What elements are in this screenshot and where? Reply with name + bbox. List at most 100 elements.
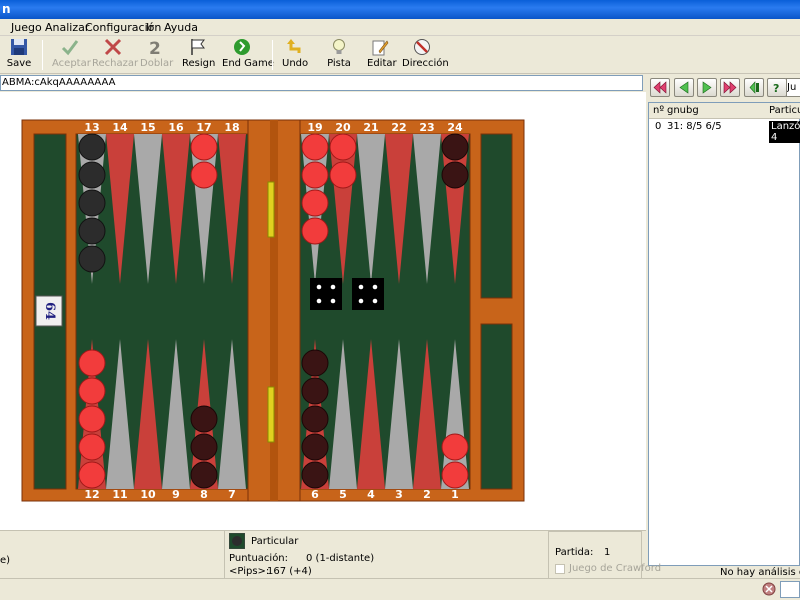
- checker[interactable]: [301, 133, 329, 161]
- cube-value: 64: [42, 302, 57, 320]
- backgammon-board[interactable]: 131214111510169178187196205214223232241 …: [0, 92, 646, 530]
- toolbar-separator: [42, 40, 43, 70]
- move-text[interactable]: 31: 8/5 6/5: [667, 121, 722, 132]
- game-select[interactable]: Ju: [786, 78, 800, 97]
- run-icon: [234, 39, 250, 55]
- checker[interactable]: [78, 189, 106, 217]
- status-bar: [0, 578, 800, 600]
- pips-label: <Pips>:: [229, 566, 270, 577]
- point-number-top: 18: [224, 121, 239, 134]
- next-marked-button[interactable]: ?: [767, 78, 787, 97]
- status-left-text: e): [0, 555, 11, 566]
- position-id-field[interactable]: ABMA:cAkqAAAAAAAA: [0, 75, 643, 91]
- die-1[interactable]: [310, 278, 342, 310]
- edit-button[interactable]: Editar: [367, 38, 397, 72]
- match-label: Partida:: [555, 547, 594, 558]
- point-number-bottom: 6: [311, 488, 319, 501]
- menu-ir[interactable]: Ir: [146, 21, 154, 34]
- player-name: Particular: [251, 536, 299, 547]
- last-move-button[interactable]: [720, 78, 740, 97]
- save-button[interactable]: Save: [6, 38, 32, 72]
- header-gnubg: gnubg: [667, 105, 699, 116]
- checker[interactable]: [441, 133, 469, 161]
- check-icon: [61, 40, 79, 56]
- forward-icon: [702, 81, 712, 94]
- checker[interactable]: [301, 405, 329, 433]
- checker[interactable]: [78, 133, 106, 161]
- point-number-top: 16: [168, 121, 184, 134]
- checker[interactable]: [78, 349, 106, 377]
- checker[interactable]: [441, 461, 469, 489]
- svg-text:?: ?: [773, 82, 779, 94]
- point-number-bottom: 1: [451, 488, 459, 501]
- point-number-bottom: 7: [228, 488, 236, 501]
- double-button[interactable]: 2 Doblar: [140, 38, 174, 72]
- rewind-icon: [653, 81, 667, 94]
- resign-button[interactable]: Resign: [182, 38, 216, 72]
- resign-label: Resign: [182, 58, 216, 69]
- point-number-top: 17: [196, 121, 211, 134]
- score-label: Puntuación:: [229, 553, 289, 564]
- end-game-label: End Game: [222, 58, 274, 69]
- menu-analizar[interactable]: Analizar: [45, 21, 89, 34]
- end-game-button[interactable]: End Game: [222, 38, 274, 72]
- menu-bar: Juego Analizar Configuración Ir Ayuda: [0, 19, 800, 36]
- first-move-button[interactable]: [650, 78, 670, 97]
- direction-button[interactable]: Dirección: [402, 38, 449, 72]
- accept-button[interactable]: Aceptar: [52, 38, 91, 72]
- crawford-checkbox[interactable]: [555, 564, 565, 574]
- prev-move-button[interactable]: [674, 78, 694, 97]
- reject-label: Rechazar: [92, 58, 139, 69]
- next-move-button[interactable]: [697, 78, 717, 97]
- checker[interactable]: [301, 377, 329, 405]
- checker[interactable]: [441, 433, 469, 461]
- checker[interactable]: [78, 433, 106, 461]
- move-other[interactable]: Lanzó 4: [769, 121, 800, 143]
- moves-panel: nº gnubg Particula 0 31: 8/5 6/5 Lanzó 4: [648, 102, 800, 566]
- doubling-cube[interactable]: 64: [35, 295, 63, 327]
- checker[interactable]: [329, 161, 357, 189]
- board-area: 13 12 14 11 15 10 16 9 17 8 18 7 19 6 20 5 21 4 22 3 23 2 24 1 …: [0, 92, 646, 530]
- reject-button[interactable]: Rechazar: [92, 38, 139, 72]
- menu-ayuda[interactable]: Ayuda: [164, 21, 198, 34]
- checker[interactable]: [329, 133, 357, 161]
- undo-button[interactable]: Undo: [282, 38, 308, 72]
- stop-icon[interactable]: [762, 582, 776, 596]
- status-area: e) Particular Puntuación: 0 (1-distante)…: [0, 530, 661, 579]
- checker[interactable]: [190, 405, 218, 433]
- match-value: 1: [604, 547, 611, 558]
- checker[interactable]: [190, 461, 218, 489]
- checker[interactable]: [78, 245, 106, 273]
- point-number-top: 23: [419, 121, 434, 134]
- move-num: 0: [655, 121, 662, 132]
- checker[interactable]: [78, 161, 106, 189]
- checker[interactable]: [301, 461, 329, 489]
- progress-field: [780, 581, 800, 598]
- checker[interactable]: [78, 461, 106, 489]
- point-number-top: 24: [447, 121, 463, 134]
- direction-label: Dirección: [402, 58, 449, 69]
- checker[interactable]: [78, 405, 106, 433]
- checker[interactable]: [301, 189, 329, 217]
- point-number-top: 19: [307, 121, 322, 134]
- menu-juego[interactable]: Juego: [11, 21, 42, 34]
- move-row[interactable]: 0 31: 8/5 6/5 Lanzó 4: [649, 121, 800, 143]
- back-icon: [679, 81, 689, 94]
- checker[interactable]: [301, 349, 329, 377]
- checker[interactable]: [78, 377, 106, 405]
- checker[interactable]: [78, 217, 106, 245]
- point-number-top: 15: [140, 121, 155, 134]
- point-number-bottom: 12: [84, 488, 99, 501]
- die-2[interactable]: [352, 278, 384, 310]
- checker[interactable]: [441, 161, 469, 189]
- checker[interactable]: [190, 133, 218, 161]
- checker[interactable]: [301, 433, 329, 461]
- double-label: Doblar: [140, 58, 174, 69]
- checker[interactable]: [190, 433, 218, 461]
- hint-button[interactable]: Pista: [326, 38, 352, 72]
- checker[interactable]: [190, 161, 218, 189]
- prev-marked-button[interactable]: [744, 78, 764, 97]
- player-panel: Particular Puntuación: 0 (1-distante) <P…: [224, 531, 546, 579]
- checker[interactable]: [301, 161, 329, 189]
- checker[interactable]: [301, 217, 329, 245]
